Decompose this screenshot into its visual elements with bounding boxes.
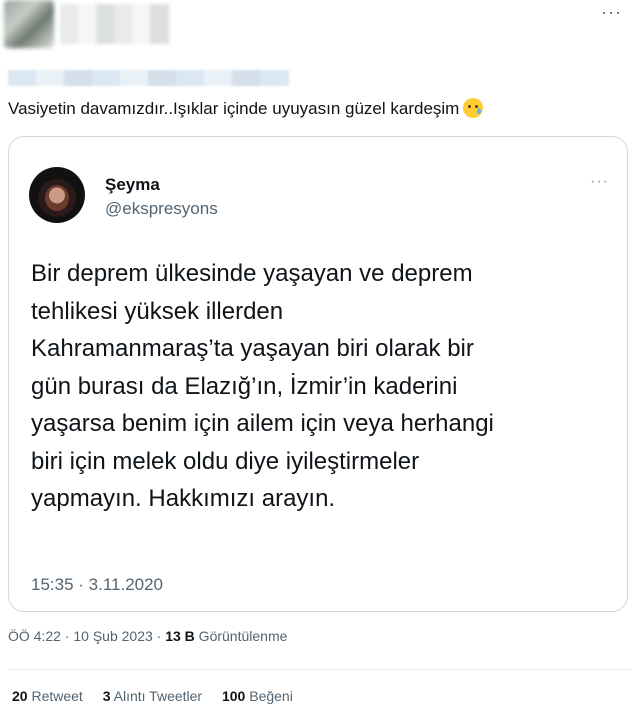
tweet-text: Vasiyetin davamızdır..Işıklar içinde uyu… xyxy=(8,98,484,119)
quoted-tweet-card[interactable]: Şeyma @ekspresyons ··· Bir deprem ülkesi… xyxy=(8,136,628,612)
reply-context-blurred xyxy=(8,70,290,86)
divider xyxy=(8,669,632,670)
retweets-label: Retweet xyxy=(27,688,83,704)
views-label: Görüntülenme xyxy=(194,628,288,644)
more-horizontal-icon[interactable]: ··· xyxy=(601,2,622,23)
tweet-meta: ÖÖ 4:22 · 10 Şub 2023 · 13 B Görüntülenm… xyxy=(8,628,287,644)
retweets-stat[interactable]: 20 Retweet xyxy=(12,688,83,704)
likes-label: Beğeni xyxy=(245,688,293,704)
quoted-author-avatar[interactable] xyxy=(29,167,85,223)
quoted-author-handle[interactable]: @ekspresyons xyxy=(105,199,218,219)
retweets-count: 20 xyxy=(12,688,28,704)
author-avatar-blurred[interactable] xyxy=(4,0,54,48)
tweet-stats: 20 Retweet 3 Alıntı Tweetler 100 Beğeni xyxy=(12,688,309,704)
quotes-label: Alıntı Tweetler xyxy=(110,688,203,704)
tweet-text-content: Vasiyetin davamızdır..Işıklar içinde uyu… xyxy=(8,99,460,118)
quotes-count: 3 xyxy=(102,688,111,704)
likes-count: 100 xyxy=(221,688,246,704)
tweet-timestamp[interactable]: ÖÖ 4:22 · 10 Şub 2023 · xyxy=(8,628,165,644)
more-horizontal-icon[interactable]: ··· xyxy=(590,173,609,191)
quotes-stat[interactable]: 3 Alıntı Tweetler xyxy=(103,688,202,704)
likes-stat[interactable]: 100 Beğeni xyxy=(222,688,293,704)
quoted-tweet-body: Bir deprem ülkesinde yaşayan ve deprem t… xyxy=(31,260,494,512)
views-count: 13 B xyxy=(165,628,195,644)
author-name-blurred[interactable] xyxy=(60,4,170,44)
tweet-header: ··· xyxy=(0,0,640,60)
crying-face-emoji-icon xyxy=(463,98,484,118)
quoted-tweet-timestamp[interactable]: 15:35 · 3.11.2020 xyxy=(31,575,163,595)
quoted-author-name[interactable]: Şeyma xyxy=(105,175,160,195)
